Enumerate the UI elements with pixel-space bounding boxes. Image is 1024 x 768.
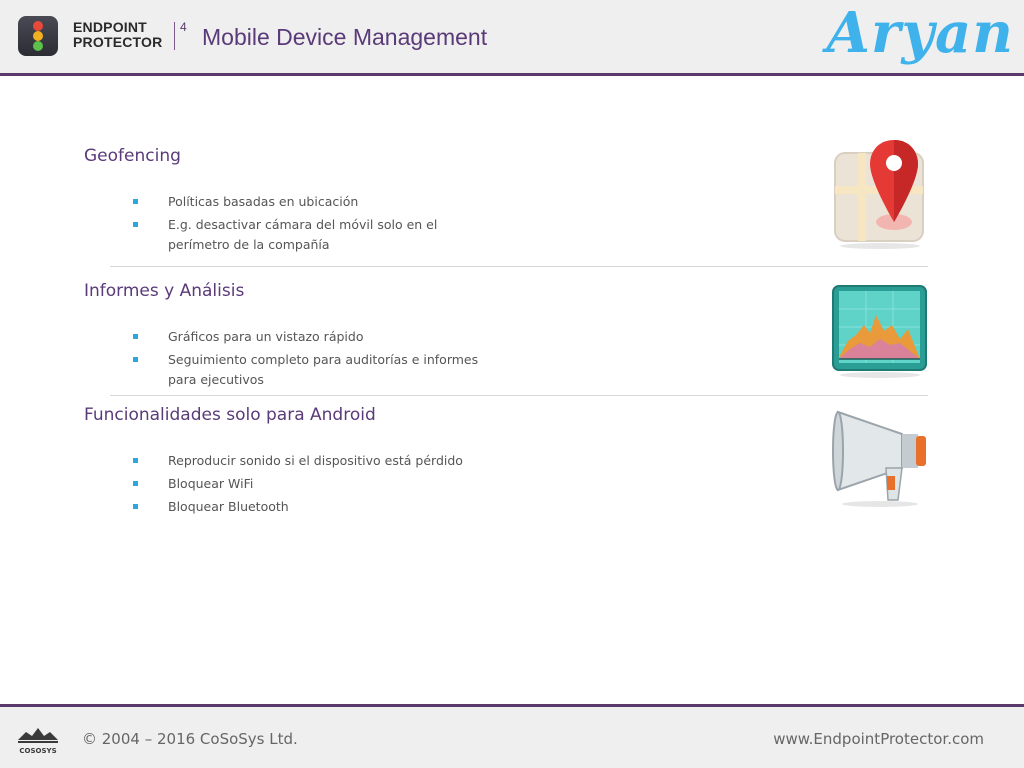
list-item: Seguimiento completo para auditorías e i…	[133, 350, 493, 390]
section-title: Geofencing	[84, 146, 181, 166]
bullet-list: Políticas basadas en ubicación E.g. desa…	[133, 192, 493, 255]
brand-version: 4	[180, 20, 187, 34]
list-item: Políticas basadas en ubicación	[133, 192, 493, 212]
section-title: Funcionalidades solo para Android	[84, 405, 376, 425]
traffic-light-logo-icon	[18, 16, 58, 56]
cososys-logo-text: COSOSYS	[19, 747, 56, 755]
list-item: Bloquear WiFi	[133, 474, 493, 494]
list-item: Reproducir sonido si el dispositivo está…	[133, 451, 493, 471]
megaphone-icon	[832, 410, 926, 507]
list-item: E.g. desactivar cámara del móvil solo en…	[133, 215, 493, 255]
brand-line-1: ENDPOINT	[73, 19, 147, 35]
section-divider	[110, 395, 928, 396]
cososys-logo-icon: COSOSYS	[18, 728, 58, 755]
page-title: Mobile Device Management	[202, 24, 488, 50]
section-divider	[110, 266, 928, 267]
brand-line-2: PROTECTOR	[73, 34, 163, 50]
website-link[interactable]: www.EndpointProtector.com	[773, 730, 984, 748]
section-reports: Informes y Análisis Gráficos para un vis…	[84, 281, 784, 393]
map-pin-icon	[834, 140, 924, 249]
section-title: Informes y Análisis	[84, 281, 245, 301]
bullet-list: Reproducir sonido si el dispositivo está…	[133, 451, 493, 517]
header-bar: ENDPOINT PROTECTOR 4 Mobile Device Manag…	[0, 0, 1024, 76]
brand-name: ENDPOINT PROTECTOR	[73, 20, 162, 50]
bullet-list: Gráficos para un vistazo rápido Seguimie…	[133, 327, 493, 390]
footer-bar: COSOSYS © 2004 – 2016 CoSoSys Ltd. www.E…	[0, 704, 1024, 768]
signature-watermark: Aryan	[826, 0, 1014, 66]
brand-separator	[174, 22, 175, 50]
section-geofencing: Geofencing Políticas basadas en ubicació…	[84, 146, 784, 258]
chart-screen-icon	[832, 285, 927, 378]
list-item: Gráficos para un vistazo rápido	[133, 327, 493, 347]
list-item: Bloquear Bluetooth	[133, 497, 493, 517]
section-android: Funcionalidades solo para Android Reprod…	[84, 405, 784, 520]
copyright-text: © 2004 – 2016 CoSoSys Ltd.	[82, 730, 298, 748]
